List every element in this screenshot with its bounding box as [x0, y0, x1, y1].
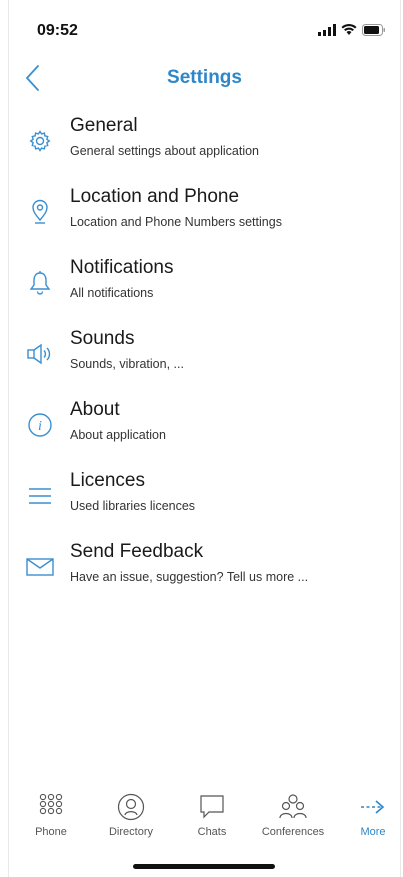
tab-conferences[interactable]: Conferences	[254, 790, 332, 846]
settings-item-label: About	[70, 399, 120, 420]
settings-list: General General settings about applicati…	[9, 112, 400, 609]
tab-directory[interactable]: Directory	[92, 790, 170, 846]
arrow-right-icon	[334, 790, 403, 824]
tab-label: Phone	[35, 826, 67, 838]
signal-icon	[318, 24, 336, 36]
settings-item-label: General	[70, 115, 138, 136]
tab-phone[interactable]: Phone	[12, 790, 90, 846]
settings-item-about[interactable]: i About About application	[9, 396, 400, 467]
keypad-icon	[12, 790, 90, 824]
settings-item-label: Sounds	[70, 328, 135, 349]
tab-label: Directory	[108, 826, 153, 838]
wifi-icon	[341, 24, 357, 35]
tab-label: More	[360, 826, 386, 838]
settings-item-location-phone[interactable]: Location and Phone Location and Phone Nu…	[9, 183, 400, 254]
settings-item-description: General settings about application	[70, 144, 260, 158]
settings-item-notifications[interactable]: Notifications All notifications	[9, 254, 400, 325]
settings-item-description: Location and Phone Numbers settings	[70, 215, 282, 229]
contact-icon	[92, 790, 170, 824]
settings-item-label: Licences	[70, 470, 145, 491]
settings-item-description: Sounds, vibration, ...	[70, 357, 184, 371]
gear-icon	[25, 126, 55, 156]
settings-item-label: Notifications	[70, 257, 174, 278]
battery-icon	[362, 24, 385, 36]
group-icon	[254, 790, 332, 824]
settings-item-sounds[interactable]: Sounds Sounds, vibration, ...	[9, 325, 400, 396]
settings-item-label: Location and Phone	[70, 186, 240, 207]
settings-item-label: Send Feedback	[70, 541, 204, 562]
location-pin-icon	[25, 197, 55, 227]
tab-label: Conferences	[261, 826, 325, 838]
chat-bubble-icon	[173, 790, 251, 824]
info-icon: i	[25, 410, 55, 440]
list-icon	[25, 481, 55, 511]
settings-item-general[interactable]: General General settings about applicati…	[9, 112, 400, 183]
app-screen: 09:52 Settings General General settings …	[8, 0, 401, 877]
status-bar: 09:52	[9, 0, 400, 50]
nav-bar: Settings	[9, 55, 400, 101]
speaker-icon	[25, 339, 55, 369]
settings-item-licences[interactable]: Licences Used libraries licences	[9, 467, 400, 538]
settings-item-description: All notifications	[70, 286, 154, 300]
tab-bar: Phone Directory Chats Conferences More	[9, 790, 400, 850]
svg-text:i: i	[38, 419, 42, 434]
page-title: Settings	[167, 67, 242, 88]
tab-chats[interactable]: Chats	[173, 790, 251, 846]
system-icons	[318, 24, 386, 36]
settings-item-description: About application	[70, 428, 166, 442]
settings-item-send-feedback[interactable]: Send Feedback Have an issue, suggestion?…	[9, 538, 400, 609]
bell-icon	[25, 268, 55, 298]
home-indicator	[133, 864, 275, 869]
tab-label: Chats	[197, 826, 227, 838]
envelope-icon	[25, 552, 55, 582]
settings-item-description: Have an issue, suggestion? Tell us more …	[70, 570, 309, 584]
status-time: 09:52	[37, 22, 78, 39]
settings-item-description: Used libraries licences	[70, 499, 196, 513]
tab-more[interactable]: More	[334, 790, 403, 846]
